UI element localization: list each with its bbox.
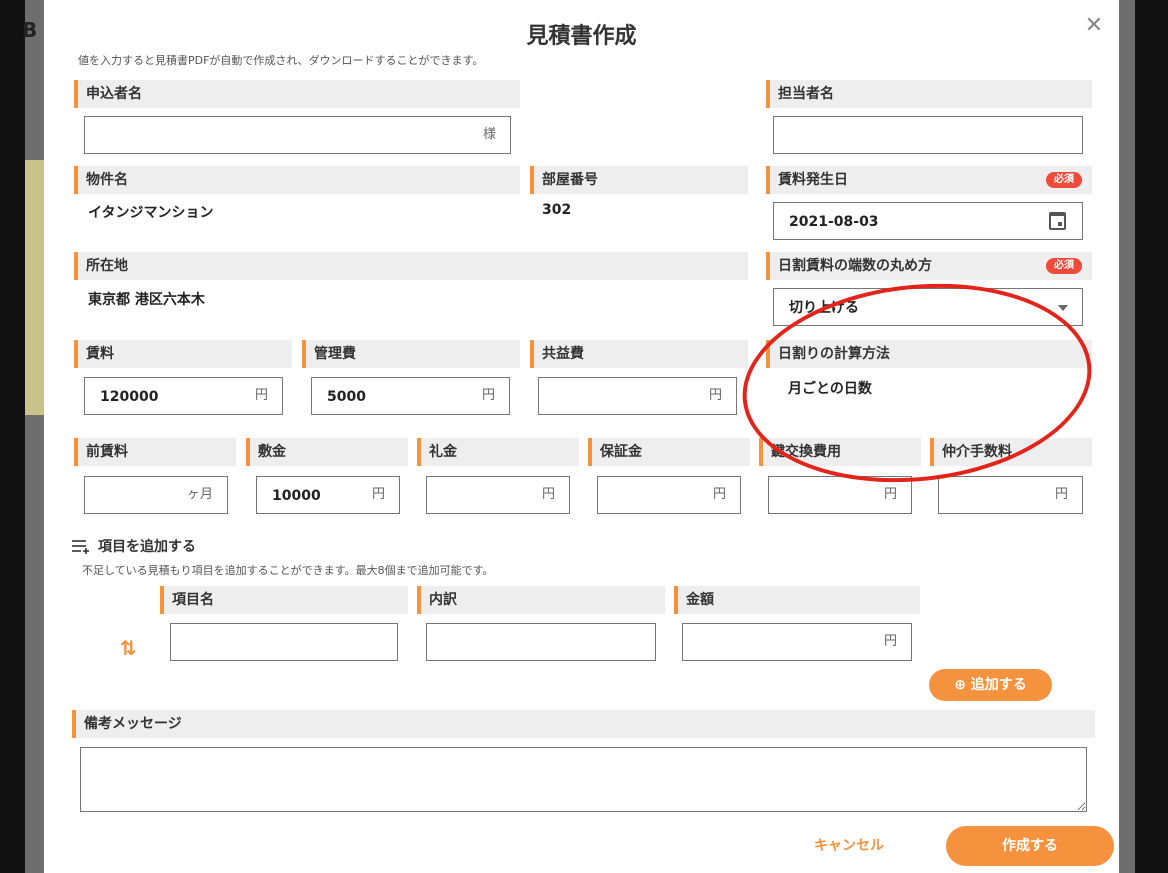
- guarantee-input[interactable]: 円: [597, 476, 741, 514]
- key-money-unit: 円: [541, 487, 555, 502]
- key-money-label-text: 礼金: [429, 444, 457, 460]
- submit-button[interactable]: 作成する: [946, 826, 1114, 866]
- key-money-input[interactable]: 円: [426, 476, 570, 514]
- rent-label: 賃料: [74, 340, 292, 368]
- deposit-unit: 円: [371, 487, 385, 502]
- rounding-label-text: 日割賃料の端数の丸め方: [778, 258, 932, 274]
- key-exchange-label: 鍵交換費用: [759, 438, 921, 466]
- rounding-label: 日割賃料の端数の丸め方 必須: [766, 252, 1092, 280]
- advance-rent-label-text: 前賃料: [86, 444, 128, 460]
- item-name-label: 項目名: [160, 586, 408, 614]
- room-label: 部屋番号: [530, 166, 748, 194]
- brokerage-input[interactable]: 円: [938, 476, 1083, 514]
- modal-title: 見積書作成: [526, 24, 637, 49]
- rent-unit: 円: [254, 388, 268, 403]
- add-list-icon: [72, 540, 89, 554]
- background-banner: [25, 160, 45, 415]
- memo-label: 備考メッセージ: [72, 710, 1095, 738]
- cancel-button[interactable]: キャンセル: [804, 826, 894, 866]
- estimate-modal: 見積書作成 ✕ 値を入力すると見積書PDFが自動で作成され、ダウンロードすること…: [44, 0, 1119, 873]
- property-value: イタンジマンション: [88, 205, 214, 221]
- key-exchange-input[interactable]: 円: [768, 476, 912, 514]
- add-items-title: 項目を追加する: [98, 539, 196, 555]
- rent-start-label-text: 賃料発生日: [778, 172, 848, 188]
- deposit-value: 10000: [272, 488, 321, 504]
- management-value: 5000: [327, 389, 366, 405]
- item-amount-input[interactable]: 円: [682, 623, 912, 661]
- item-name-label-text: 項目名: [172, 592, 214, 608]
- guarantee-label: 保証金: [588, 438, 750, 466]
- item-amount-unit: 円: [883, 634, 897, 649]
- calendar-icon[interactable]: [1049, 212, 1066, 230]
- advance-rent-input[interactable]: ヶ月: [84, 476, 228, 514]
- calc-method-label: 日割りの計算方法: [766, 340, 1092, 368]
- item-detail-label-text: 内訳: [429, 592, 457, 608]
- rent-value: 120000: [100, 389, 159, 405]
- rent-input[interactable]: 120000 円: [84, 377, 283, 415]
- staff-label-text: 担当者名: [778, 86, 834, 102]
- rent-start-date-input[interactable]: 2021-08-03: [773, 202, 1083, 240]
- calc-method-value: 月ごとの日数: [788, 381, 872, 397]
- key-money-label: 礼金: [417, 438, 579, 466]
- applicant-label-text: 申込者名: [86, 86, 142, 102]
- property-label: 物件名: [74, 166, 520, 194]
- modal-subtitle: 値を入力すると見積書PDFが自動で作成され、ダウンロードすることができます。: [78, 54, 484, 67]
- guarantee-label-text: 保証金: [600, 444, 642, 460]
- rounding-value: 切り上げる: [789, 300, 859, 316]
- key-exchange-label-text: 鍵交換費用: [771, 444, 841, 460]
- management-unit: 円: [481, 388, 495, 403]
- management-label-text: 管理費: [314, 346, 356, 362]
- brokerage-label-text: 仲介手数料: [942, 444, 1012, 460]
- add-item-button[interactable]: ⊕ 追加する: [929, 669, 1052, 701]
- address-value: 東京都 港区六本木: [88, 292, 205, 308]
- address-label-text: 所在地: [86, 258, 128, 274]
- common-unit: 円: [708, 388, 722, 403]
- applicant-label: 申込者名: [74, 80, 520, 108]
- memo-textarea[interactable]: [80, 747, 1087, 812]
- common-input[interactable]: 円: [538, 377, 737, 415]
- common-label: 共益費: [530, 340, 748, 368]
- room-label-text: 部屋番号: [542, 172, 598, 188]
- applicant-input[interactable]: 様: [84, 116, 511, 154]
- advance-rent-label: 前賃料: [74, 438, 236, 466]
- brokerage-unit: 円: [1054, 487, 1068, 502]
- staff-input[interactable]: [773, 116, 1083, 154]
- property-label-text: 物件名: [86, 172, 128, 188]
- item-amount-label: 金額: [674, 586, 920, 614]
- sort-icon[interactable]: ⇅: [120, 636, 137, 660]
- deposit-label: 敷金: [246, 438, 408, 466]
- item-detail-label: 内訳: [417, 586, 665, 614]
- staff-label: 担当者名: [766, 80, 1092, 108]
- add-items-description: 不足している見積もり項目を追加することができます。最大8個まで追加可能です。: [82, 564, 494, 577]
- applicant-suffix: 様: [482, 127, 496, 142]
- management-label: 管理費: [302, 340, 520, 368]
- brokerage-label: 仲介手数料: [930, 438, 1092, 466]
- management-input[interactable]: 5000 円: [311, 377, 510, 415]
- deposit-label-text: 敷金: [258, 444, 286, 460]
- key-exchange-unit: 円: [883, 487, 897, 502]
- guarantee-unit: 円: [712, 487, 726, 502]
- background-text: B: [22, 18, 38, 42]
- advance-rent-unit: ヶ月: [186, 487, 213, 502]
- rent-start-label: 賃料発生日 必須: [766, 166, 1092, 194]
- required-badge: 必須: [1046, 258, 1082, 274]
- rent-label-text: 賃料: [86, 346, 114, 362]
- rounding-select[interactable]: 切り上げる: [773, 288, 1083, 326]
- required-badge: 必須: [1046, 172, 1082, 188]
- memo-label-text: 備考メッセージ: [84, 716, 182, 732]
- calc-method-label-text: 日割りの計算方法: [778, 346, 890, 362]
- deposit-input[interactable]: 10000 円: [256, 476, 400, 514]
- item-name-input[interactable]: [170, 623, 398, 661]
- rent-start-value: 2021-08-03: [789, 214, 879, 230]
- item-amount-label-text: 金額: [686, 592, 714, 608]
- address-label: 所在地: [74, 252, 748, 280]
- close-icon[interactable]: ✕: [1082, 14, 1106, 38]
- room-value: 302: [542, 202, 572, 218]
- chevron-down-icon: [1058, 305, 1068, 311]
- item-detail-input[interactable]: [426, 623, 656, 661]
- common-label-text: 共益費: [542, 346, 584, 362]
